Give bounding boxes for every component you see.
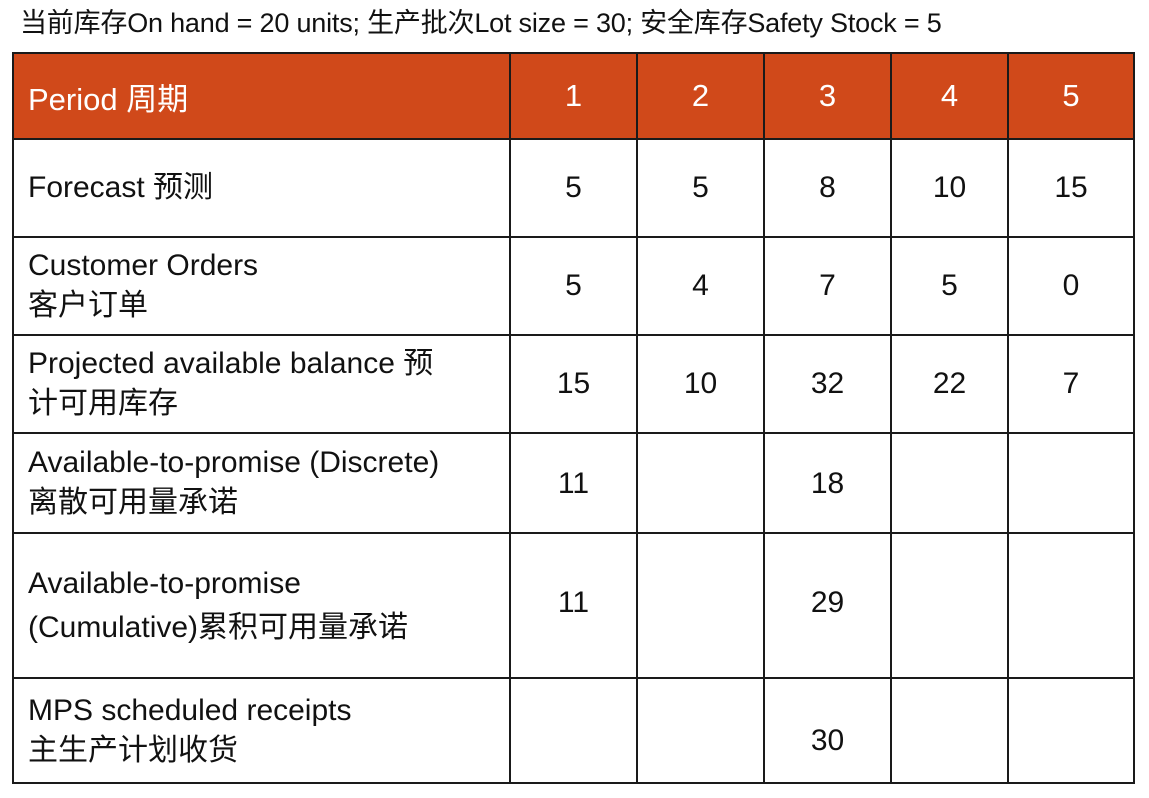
table-cell: 5 bbox=[509, 236, 638, 336]
table-cell bbox=[890, 532, 1009, 679]
row-label-line: MPS scheduled receipts bbox=[28, 693, 352, 727]
table-cell bbox=[636, 432, 765, 534]
period-header: Period 周期 bbox=[12, 52, 511, 140]
table-row-customer-orders: Customer Orders 客户订单 5 4 7 5 0 bbox=[12, 236, 1135, 336]
table-cell bbox=[636, 532, 765, 679]
row-label-line: Forecast 预测 bbox=[28, 171, 214, 204]
period-column-header: 4 bbox=[890, 52, 1009, 140]
table-cell: 5 bbox=[509, 138, 638, 238]
table-row-forecast: Forecast 预测 5 5 8 10 15 bbox=[12, 138, 1135, 238]
row-label-line: 主生产计划收货 bbox=[28, 733, 238, 767]
period-column-header: 2 bbox=[636, 52, 765, 140]
table-cell: 32 bbox=[763, 334, 892, 434]
table-cell bbox=[1007, 432, 1135, 534]
table-cell: 10 bbox=[636, 334, 765, 434]
table-cell: 4 bbox=[636, 236, 765, 336]
table-header-row: Period 周期 1 2 3 4 5 bbox=[12, 52, 1135, 140]
row-label: Available-to-promise (Cumulative)累积可用量承诺 bbox=[12, 532, 511, 679]
row-label-line: Available-to-promise (Discrete) bbox=[28, 446, 440, 479]
table-cell: 11 bbox=[509, 432, 638, 534]
table-cell bbox=[890, 432, 1009, 534]
row-label: Projected available balance 预 计可用库存 bbox=[12, 334, 511, 434]
table-cell: 10 bbox=[890, 138, 1009, 238]
table-cell: 11 bbox=[509, 532, 638, 679]
table-cell bbox=[1007, 677, 1135, 784]
row-label-line: 客户订单 bbox=[28, 289, 148, 322]
table-cell: 15 bbox=[1007, 138, 1135, 238]
row-label: Forecast 预测 bbox=[12, 138, 511, 238]
table-cell bbox=[636, 677, 765, 784]
table-cell bbox=[1007, 532, 1135, 679]
period-column-header: 3 bbox=[763, 52, 892, 140]
mps-table: Period 周期 1 2 3 4 5 Forecast 预测 5 5 8 10… bbox=[12, 52, 1135, 784]
table-cell bbox=[509, 677, 638, 784]
table-cell bbox=[890, 677, 1009, 784]
table-cell: 30 bbox=[763, 677, 892, 784]
period-column-header: 1 bbox=[509, 52, 638, 140]
row-label-line: Projected available balance 预 bbox=[28, 347, 434, 380]
table-cell: 0 bbox=[1007, 236, 1135, 336]
table-row-mps-receipts: MPS scheduled receipts 主生产计划收货 30 bbox=[12, 677, 1135, 784]
table-row-atp-cumulative: Available-to-promise (Cumulative)累积可用量承诺… bbox=[12, 532, 1135, 679]
row-label-line: Available-to-promise bbox=[28, 566, 301, 600]
row-label: Available-to-promise (Discrete) 离散可用量承诺 bbox=[12, 432, 511, 534]
table-cell: 18 bbox=[763, 432, 892, 534]
table-cell: 22 bbox=[890, 334, 1009, 434]
row-label: Customer Orders 客户订单 bbox=[12, 236, 511, 336]
table-row-atp-discrete: Available-to-promise (Discrete) 离散可用量承诺 … bbox=[12, 432, 1135, 534]
row-label-line: (Cumulative)累积可用量承诺 bbox=[28, 610, 409, 644]
row-label: MPS scheduled receipts 主生产计划收货 bbox=[12, 677, 511, 784]
row-label-line: Customer Orders bbox=[28, 249, 259, 282]
table-row-projected-balance: Projected available balance 预 计可用库存 15 1… bbox=[12, 334, 1135, 434]
table-cell: 7 bbox=[763, 236, 892, 336]
table-cell: 7 bbox=[1007, 334, 1135, 434]
table-caption: 当前库存On hand = 20 units; 生产批次Lot size = 3… bbox=[20, 8, 942, 38]
table-cell: 5 bbox=[636, 138, 765, 238]
row-label-line: 计可用库存 bbox=[28, 387, 178, 420]
table-cell: 8 bbox=[763, 138, 892, 238]
row-label-line: 离散可用量承诺 bbox=[28, 486, 238, 519]
table-cell: 15 bbox=[509, 334, 638, 434]
table-cell: 5 bbox=[890, 236, 1009, 336]
table-cell: 29 bbox=[763, 532, 892, 679]
period-column-header: 5 bbox=[1007, 52, 1135, 140]
